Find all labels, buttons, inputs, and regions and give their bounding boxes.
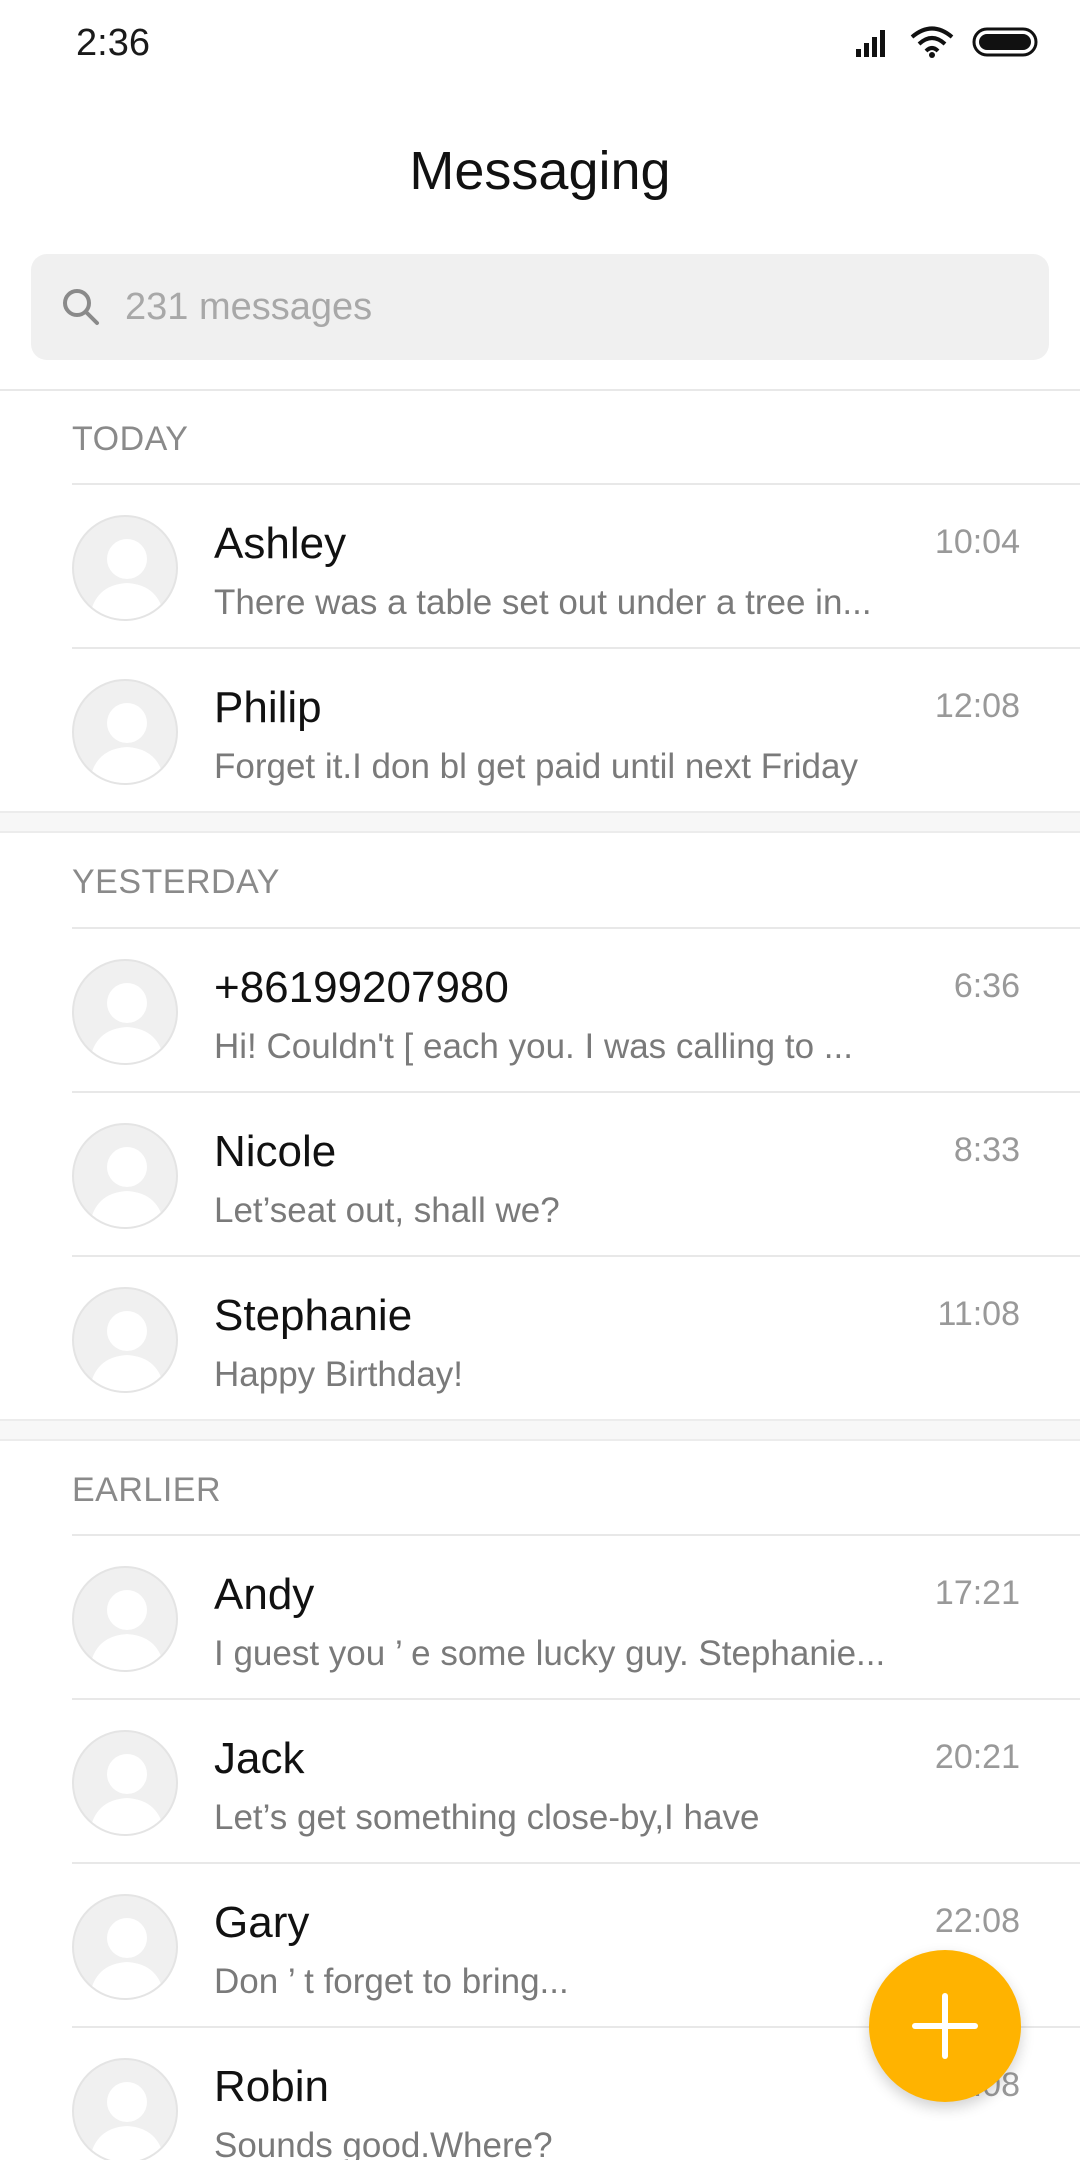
contact-placeholder-icon	[89, 1311, 165, 1391]
message-preview: Let’s get something close-by,I have	[214, 1798, 760, 1837]
avatar	[72, 2058, 178, 2160]
message-time: 17:21	[934, 1574, 1020, 1612]
avatar	[72, 1730, 178, 1836]
message-preview: Don ’ t forget to bring...	[214, 1962, 569, 2001]
section-header-yesterday: YESTERDAY	[72, 863, 280, 901]
message-time: 20:21	[934, 1738, 1020, 1776]
status-icons	[856, 26, 1040, 63]
message-preview: There was a table set out under a tree i…	[214, 583, 872, 622]
message-time: 22:08	[934, 1902, 1020, 1940]
contact-placeholder-icon	[89, 1590, 165, 1670]
list-item[interactable]: Philip 12:08 Forget it.I don bl get paid…	[0, 649, 1080, 813]
avatar	[72, 959, 178, 1065]
contact-placeholder-icon	[89, 1918, 165, 1998]
page-title: Messaging	[409, 141, 671, 201]
battery-icon	[972, 26, 1040, 63]
contact-name: +86199207980	[214, 963, 509, 1012]
search-icon	[59, 285, 103, 329]
contact-name: Philip	[214, 683, 322, 732]
header-divider	[0, 389, 1080, 391]
message-preview: Let’seat out, shall we?	[214, 1191, 560, 1230]
message-preview: Happy Birthday!	[214, 1355, 464, 1394]
avatar	[72, 679, 178, 785]
list-item[interactable]: Stephanie 11:08 Happy Birthday!	[0, 1257, 1080, 1421]
wifi-icon	[910, 26, 954, 63]
contact-name: Stephanie	[214, 1291, 413, 1340]
avatar	[72, 515, 178, 621]
avatar	[72, 1123, 178, 1229]
message-time: 11:08	[937, 1295, 1020, 1333]
list-item[interactable]: Ashley 10:04 There was a table set out u…	[0, 485, 1080, 649]
search-bar[interactable]: 231 messages	[31, 254, 1049, 360]
contact-name: Jack	[214, 1734, 305, 1783]
contact-placeholder-icon	[89, 2082, 165, 2160]
message-time: 8:33	[953, 1131, 1020, 1169]
contact-name: Gary	[214, 1898, 310, 1947]
contact-placeholder-icon	[89, 703, 165, 783]
message-time: 6:36	[953, 967, 1020, 1005]
message-preview: Hi! Couldn't [ each you. I was calling t…	[214, 1027, 853, 1066]
message-preview: I guest you ’ e some lucky guy. Stephani…	[214, 1634, 886, 1673]
plus-icon	[912, 1993, 978, 2059]
message-preview: Sounds good.Where?	[214, 2126, 553, 2160]
message-preview: Forget it.I don bl get paid until next F…	[214, 747, 858, 786]
contact-placeholder-icon	[89, 1147, 165, 1227]
signal-icon	[856, 27, 892, 62]
section-header-today: TODAY	[72, 420, 189, 458]
avatar	[72, 1287, 178, 1393]
list-item[interactable]: Andy 17:21 I guest you ’ e some lucky gu…	[0, 1536, 1080, 1700]
avatar	[72, 1566, 178, 1672]
section-gap	[0, 1419, 1080, 1441]
search-placeholder: 231 messages	[125, 285, 373, 328]
message-time: 12:08	[934, 687, 1020, 725]
status-bar: 2:36	[0, 0, 1080, 90]
new-message-button[interactable]	[869, 1950, 1021, 2102]
section-header-earlier: EARLIER	[72, 1471, 221, 1509]
contact-placeholder-icon	[89, 1754, 165, 1834]
contact-name: Nicole	[214, 1127, 337, 1176]
contact-placeholder-icon	[89, 539, 165, 619]
message-time: 10:04	[934, 523, 1020, 561]
contact-name: Robin	[214, 2062, 329, 2111]
avatar	[72, 1894, 178, 2000]
list-item[interactable]: Jack 20:21 Let’s get something close-by,…	[0, 1700, 1080, 1864]
list-item[interactable]: Nicole 8:33 Let’seat out, shall we?	[0, 1093, 1080, 1257]
section-gap	[0, 811, 1080, 833]
status-time: 2:36	[76, 22, 150, 64]
contact-name: Ashley	[214, 519, 347, 568]
list-item[interactable]: +86199207980 6:36 Hi! Couldn't [ each yo…	[0, 929, 1080, 1093]
contact-name: Andy	[214, 1570, 315, 1619]
contact-placeholder-icon	[89, 983, 165, 1063]
messaging-screen: 2:36 Messaging 231 messages TODAY Ashley…	[0, 0, 1080, 2160]
